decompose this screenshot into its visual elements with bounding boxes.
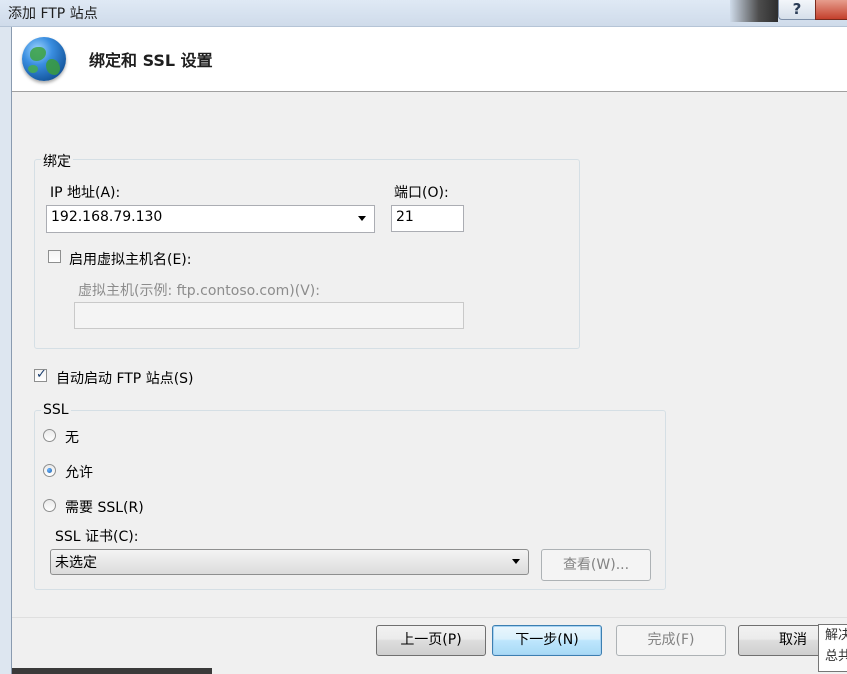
autostart-checkbox[interactable]: ✓: [34, 367, 47, 382]
ssl-require-label: 需要 SSL(R): [65, 500, 144, 516]
virtual-host-input[interactable]: [74, 302, 464, 329]
port-label: 端口(O):: [394, 185, 449, 201]
binding-legend: 绑定: [41, 151, 73, 171]
close-button[interactable]: [815, 0, 847, 20]
window-left-edge: [0, 27, 12, 674]
checkmark-icon: ✓: [36, 367, 47, 382]
virtual-host-field-label: 虚拟主机(示例: ftp.contoso.com)(V):: [78, 283, 320, 299]
virtual-host-checkbox-label: 启用虚拟主机名(E):: [69, 252, 192, 268]
finish-button[interactable]: 完成(F): [616, 625, 726, 656]
globe-icon: [22, 37, 66, 81]
ssl-require-radio[interactable]: [43, 499, 56, 512]
ssl-cert-value: 未选定: [55, 555, 97, 571]
ip-address-value: 192.168.79.130: [51, 209, 163, 225]
ssl-none-radio[interactable]: [43, 429, 56, 442]
ssl-cert-label: SSL 证书(C):: [55, 529, 139, 545]
globe-land: [28, 65, 38, 73]
footer-divider: [12, 617, 847, 618]
title-bar: 添加 FTP 站点: [0, 0, 847, 27]
autostart-label: 自动启动 FTP 站点(S): [56, 371, 194, 387]
prev-button-label: 上一页(P): [400, 632, 462, 648]
dropdown-arrow-icon[interactable]: [512, 559, 520, 564]
ssl-none-label: 无: [65, 430, 79, 446]
tooltip-line: 解决: [825, 628, 847, 643]
ip-address-combobox[interactable]: 192.168.79.130: [46, 205, 375, 233]
virtual-host-checkbox[interactable]: [48, 250, 61, 263]
background-window: [730, 0, 778, 22]
taskbar-edge: [12, 668, 212, 674]
ip-address-label: IP 地址(A):: [50, 185, 121, 201]
ssl-legend: SSL: [41, 402, 71, 418]
ssl-cert-combobox[interactable]: 未选定: [50, 549, 529, 575]
ssl-allow-label: 允许: [65, 465, 93, 481]
help-button[interactable]: ?: [778, 0, 816, 20]
tooltip: 解决 总共: [818, 624, 847, 672]
globe-land: [30, 47, 46, 61]
ssl-allow-radio[interactable]: [43, 464, 56, 477]
tooltip-line: 总共: [825, 649, 847, 664]
globe-land: [46, 59, 60, 75]
cancel-button-label: 取消: [779, 632, 807, 648]
window-title: 添加 FTP 站点: [8, 6, 98, 22]
next-button-label: 下一步(N): [515, 632, 579, 648]
port-input[interactable]: 21: [391, 205, 464, 232]
prev-button[interactable]: 上一页(P): [376, 625, 486, 656]
next-button[interactable]: 下一步(N): [492, 625, 602, 656]
port-value: 21: [396, 209, 414, 225]
finish-button-label: 完成(F): [647, 632, 695, 648]
radio-selected-dot: [47, 468, 52, 473]
wizard-header: 绑定和 SSL 设置: [12, 27, 847, 92]
dropdown-arrow-icon[interactable]: [358, 216, 366, 221]
help-icon: ?: [792, 0, 802, 18]
page-title: 绑定和 SSL 设置: [89, 51, 213, 70]
view-cert-button-label: 查看(W)...: [562, 557, 630, 573]
view-cert-button[interactable]: 查看(W)...: [541, 549, 651, 581]
